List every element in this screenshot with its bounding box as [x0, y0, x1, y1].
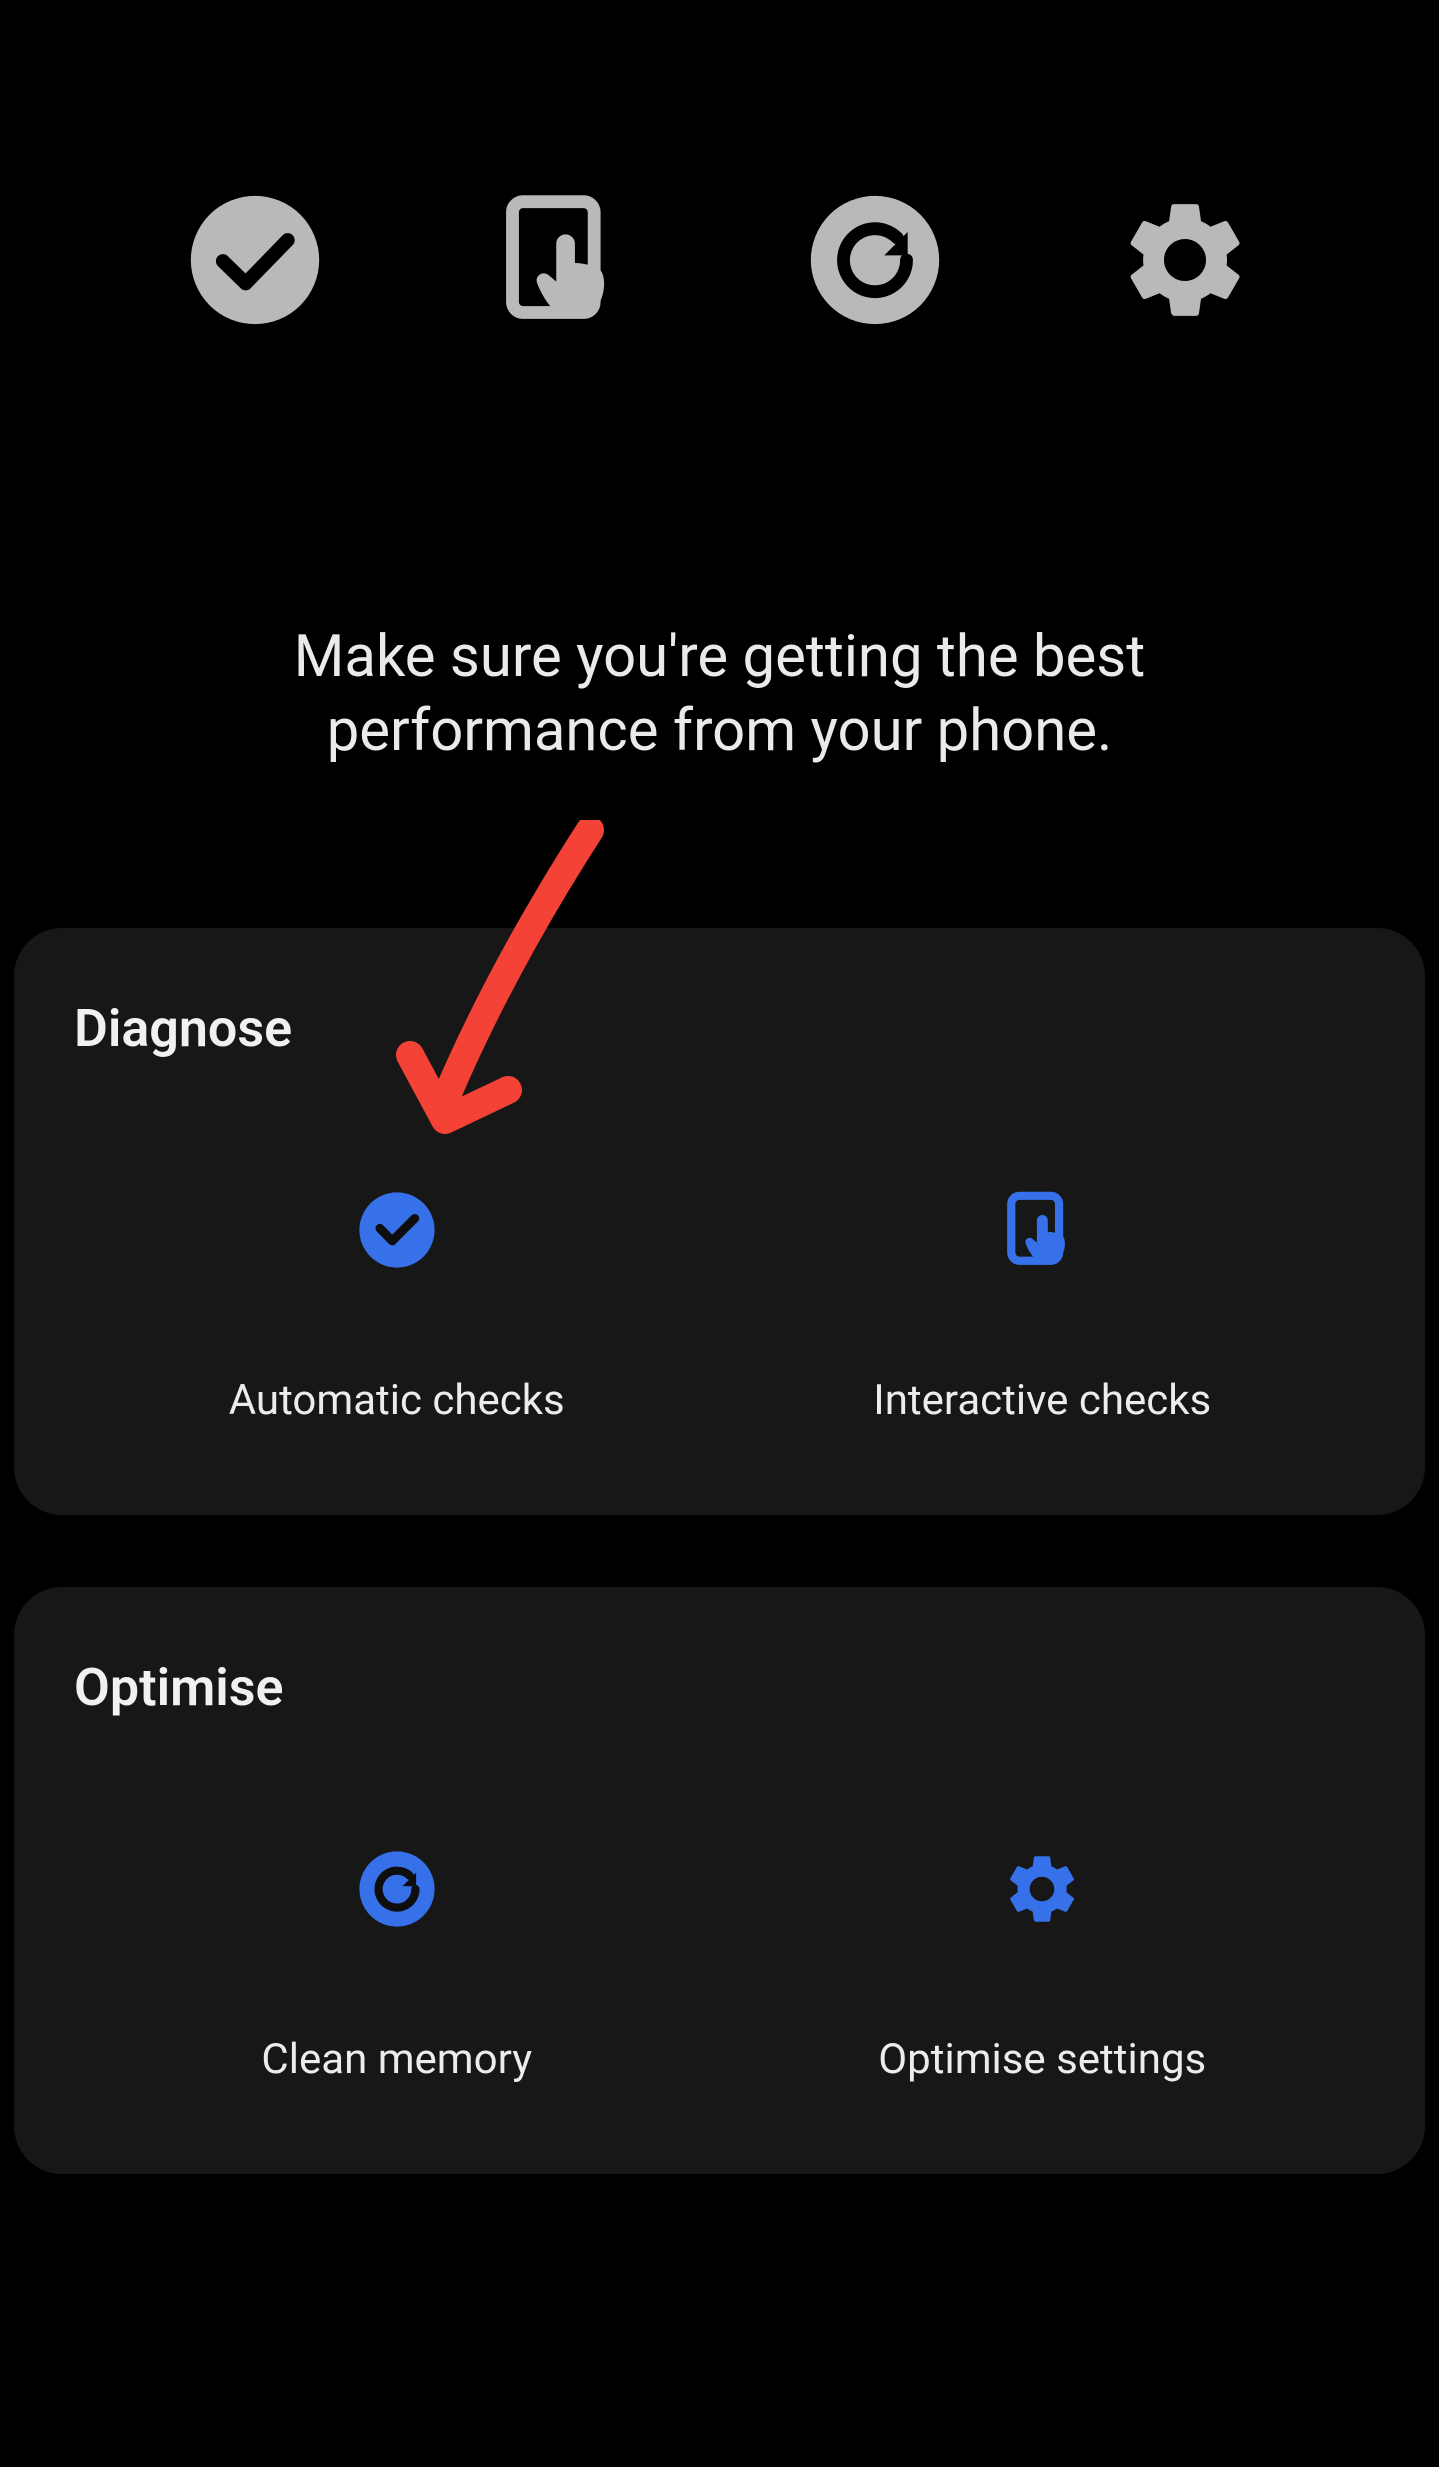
clean-memory-icon: [356, 1848, 438, 1930]
optimise-settings-label: Optimise settings: [878, 2035, 1206, 2084]
clean-memory-label: Clean memory: [261, 2035, 532, 2084]
optimise-settings-tile[interactable]: Optimise settings: [720, 1848, 1366, 2084]
restart-circle-icon: [805, 190, 945, 330]
hero-line-2: performance from your phone.: [40, 694, 1399, 768]
optimise-settings-icon: [1001, 1848, 1083, 1930]
automatic-checks-icon: [356, 1189, 438, 1271]
diagnose-card: Diagnose Automatic checks: [14, 928, 1425, 1515]
interactive-checks-tile[interactable]: Interactive checks: [720, 1189, 1366, 1425]
interactive-checks-icon: [1001, 1189, 1083, 1271]
interactive-checks-label: Interactive checks: [873, 1376, 1211, 1425]
optimise-card: Optimise Clean memory Opti: [14, 1587, 1425, 2174]
check-circle-icon: [185, 190, 325, 330]
optimise-title: Optimise: [74, 1657, 1365, 1718]
top-icon-row: [0, 0, 1439, 330]
touch-screen-icon: [495, 190, 635, 330]
hero-text: Make sure you're getting the best perfor…: [0, 620, 1439, 768]
hero-line-1: Make sure you're getting the best: [40, 620, 1399, 694]
automatic-checks-label: Automatic checks: [229, 1376, 565, 1425]
clean-memory-tile[interactable]: Clean memory: [74, 1848, 720, 2084]
automatic-checks-tile[interactable]: Automatic checks: [74, 1189, 720, 1425]
diagnose-title: Diagnose: [74, 998, 1365, 1059]
gear-icon: [1115, 190, 1255, 330]
